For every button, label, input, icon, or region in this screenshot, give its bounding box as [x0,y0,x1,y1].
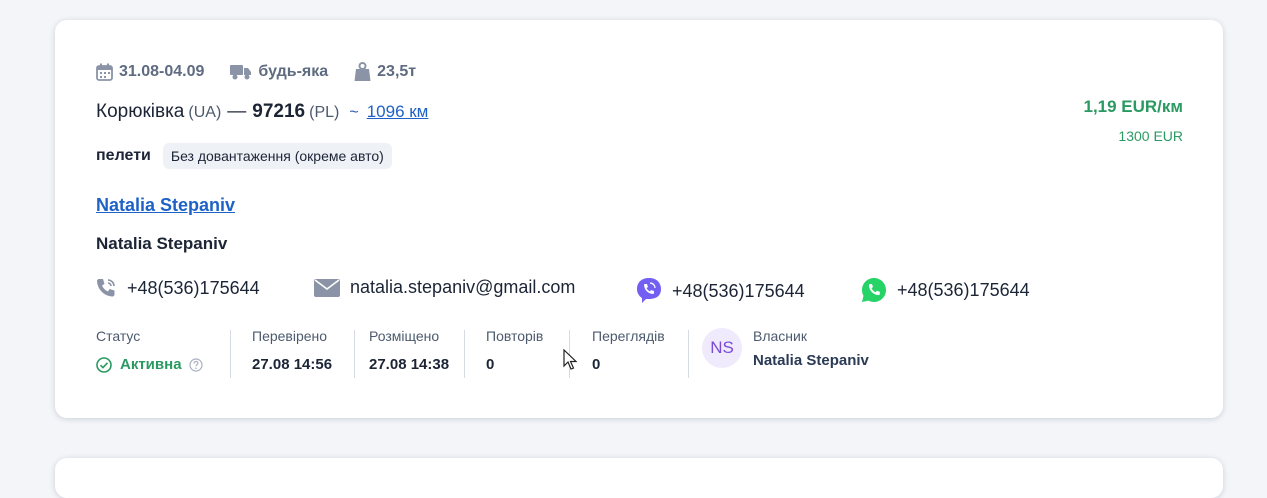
dates-text: 31.08-04.09 [119,63,205,80]
avatar: NS [702,328,742,368]
checked-value: 27.08 14:56 [252,356,333,373]
owner-stat: Власник Natalia Stepaniv [753,328,869,369]
viber-icon [637,278,661,303]
truck-meta: будь-яка [230,63,328,81]
email-contact[interactable]: natalia.stepaniv@gmail.com [314,277,575,298]
next-cargo-card [55,458,1223,498]
posted-value: 27.08 14:38 [369,356,450,373]
weight-meta: 23,5т [354,62,416,82]
cargo-tag: Без довантаження (окреме авто) [162,143,392,169]
repeats-stat: Повторів 0 [486,328,543,373]
calendar-icon [96,63,113,81]
distance-tilde: ~ [349,104,359,121]
stats-row: Статус Активна Перевірено 27.08 14:56 Ро… [55,328,1223,388]
repeats-label: Повторів [486,328,544,344]
checked-label: Перевірено [252,328,328,344]
to-city: 97216 [252,101,306,122]
posted-stat: Розміщено 27.08 14:38 [369,328,449,373]
repeats-value: 0 [486,356,495,373]
stat-divider [464,330,465,378]
mouse-cursor-icon [563,349,577,370]
status-value-row: Активна [96,356,203,373]
phone-text: +48(536)175644 [127,277,260,298]
help-icon[interactable] [188,357,203,372]
contact-name: Natalia Stepaniv [96,234,228,253]
stat-divider [230,330,231,378]
company-link[interactable]: Natalia Stepaniv [96,195,235,216]
price-block: 1,19 EUR/км 1300 EUR [1083,97,1183,144]
truck-icon [230,65,252,80]
stat-divider [354,330,355,378]
truck-type-text: будь-яка [258,63,329,80]
phone-icon [97,279,115,297]
email-text: natalia.stepaniv@gmail.com [350,277,576,297]
whatsapp-icon [862,278,886,302]
cargo-row: пелети Без довантаження (окреме авто) [96,143,392,169]
views-value: 0 [592,356,601,373]
to-country: (PL) [309,104,340,121]
whatsapp-contact[interactable]: +48(536)175644 [861,277,1030,303]
viber-contact[interactable]: +48(536)175644 [636,277,805,305]
price-per-km: 1,19 EUR/км [1083,97,1183,116]
owner-label: Власник [753,328,807,344]
from-country: (UA) [188,104,222,121]
whatsapp-text: +48(536)175644 [897,279,1030,300]
route: Корюківка (UA) — 97216 (PL) ~ 1096 км [96,101,428,123]
check-circle-icon [96,356,112,373]
contacts-row: +48(536)175644 natalia.stepaniv@gmail.co… [55,277,1223,307]
route-separator: — [227,101,247,122]
stat-divider [688,330,689,378]
meta-row: 31.08-04.09 будь-яка 23,5т [96,62,442,82]
distance-link[interactable]: 1096 км [367,102,429,122]
owner-name: Natalia Stepaniv [753,352,869,369]
cargo-card: 31.08-04.09 будь-яка 23,5т Корюківка (UA… [55,20,1223,418]
cargo-name: пелети [96,147,151,164]
views-label: Переглядів [592,328,665,344]
viber-text: +48(536)175644 [672,280,805,301]
status-stat: Статус Активна [96,328,203,373]
envelope-icon [314,278,340,297]
from-city: Корюківка [96,101,185,122]
status-label: Статус [96,328,141,344]
status-value: Активна [120,356,182,373]
posted-label: Розміщено [369,328,440,344]
phone-contact[interactable]: +48(536)175644 [95,277,260,299]
price-total: 1300 EUR [1118,128,1183,144]
dates-meta: 31.08-04.09 [96,63,204,81]
checked-stat: Перевірено 27.08 14:56 [252,328,332,373]
weight-text: 23,5т [377,63,417,80]
views-stat: Переглядів 0 [592,328,665,373]
weight-icon [354,62,371,81]
